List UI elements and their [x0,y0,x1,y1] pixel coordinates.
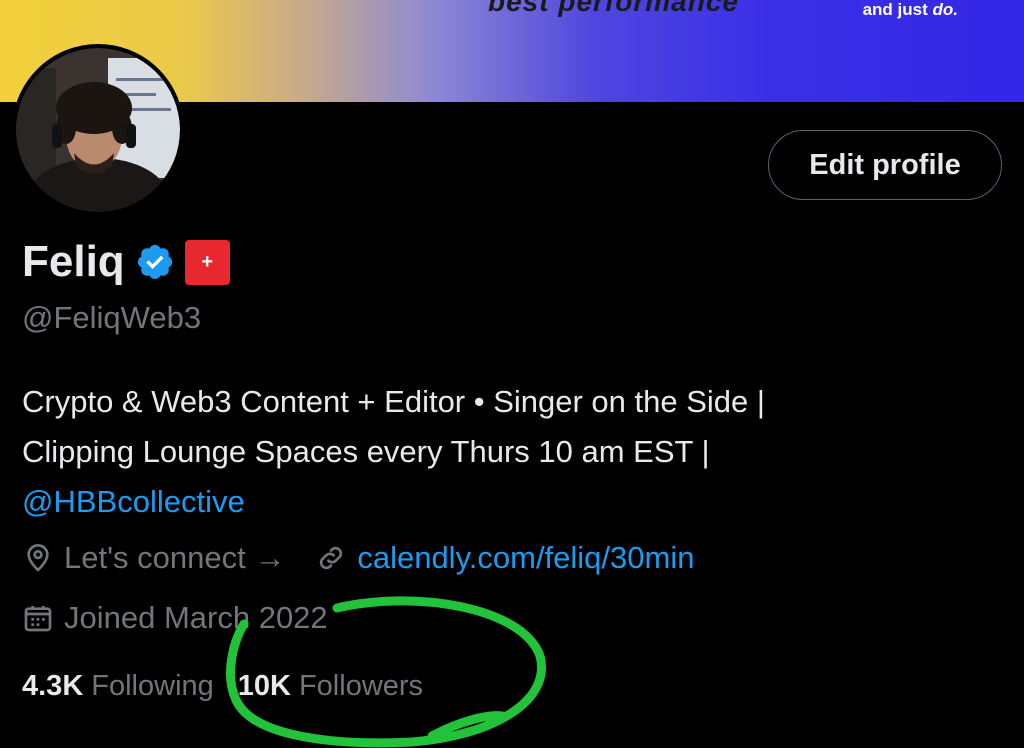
banner-tagline: and just do. [863,0,958,20]
flag-badge: + [184,239,230,285]
banner-tagline-emphasis: do. [932,0,959,19]
flag-badge-symbol: + [201,250,214,273]
followers-label: Followers [298,670,424,702]
verified-badge-icon[interactable] [135,242,175,282]
following-count: 4.3K [22,670,84,702]
website-link[interactable]: calendly.com/feliq/30min [357,540,694,576]
bio-line-2: Clipping Lounge Spaces every Thurs 10 am… [22,434,710,469]
location-item: Let's connect → [22,540,285,576]
edit-profile-button[interactable]: Edit profile [768,130,1002,200]
bio-mention-link[interactable]: @HBBcollective [22,477,1002,527]
followers-stat[interactable]: 10K Followers [238,670,423,703]
profile-handle: @FeliqWeb3 [22,300,202,335]
website-item[interactable]: calendly.com/feliq/30min [315,540,694,576]
following-label: Following [91,670,214,702]
profile-meta-row: Let's connect → calendly.com/feliq/30min [22,540,724,576]
banner-tagline-prefix: and just [862,0,933,19]
followers-count: 10K [237,670,291,702]
joined-item: Joined March 2022 [22,600,328,636]
profile-name: Feliq [22,237,125,286]
joined-text: Joined March 2022 [64,600,328,635]
link-icon [320,546,343,570]
follow-stats: 4.3K Following 10K Followers [22,670,447,703]
avatar[interactable] [12,44,184,216]
profile-bio: Crypto & Web3 Content + Editor • Singer … [22,377,1002,527]
location-text: Let's connect → [64,540,286,575]
location-pin-icon [27,544,49,572]
avatar-photo [16,48,180,212]
bio-line-1: Crypto & Web3 Content + Editor • Singer … [22,384,765,419]
following-stat[interactable]: 4.3K Following [22,670,214,703]
calendar-icon [24,606,52,632]
profile-name-row: Feliq + [22,234,230,290]
banner-headline: best performance [488,0,739,17]
